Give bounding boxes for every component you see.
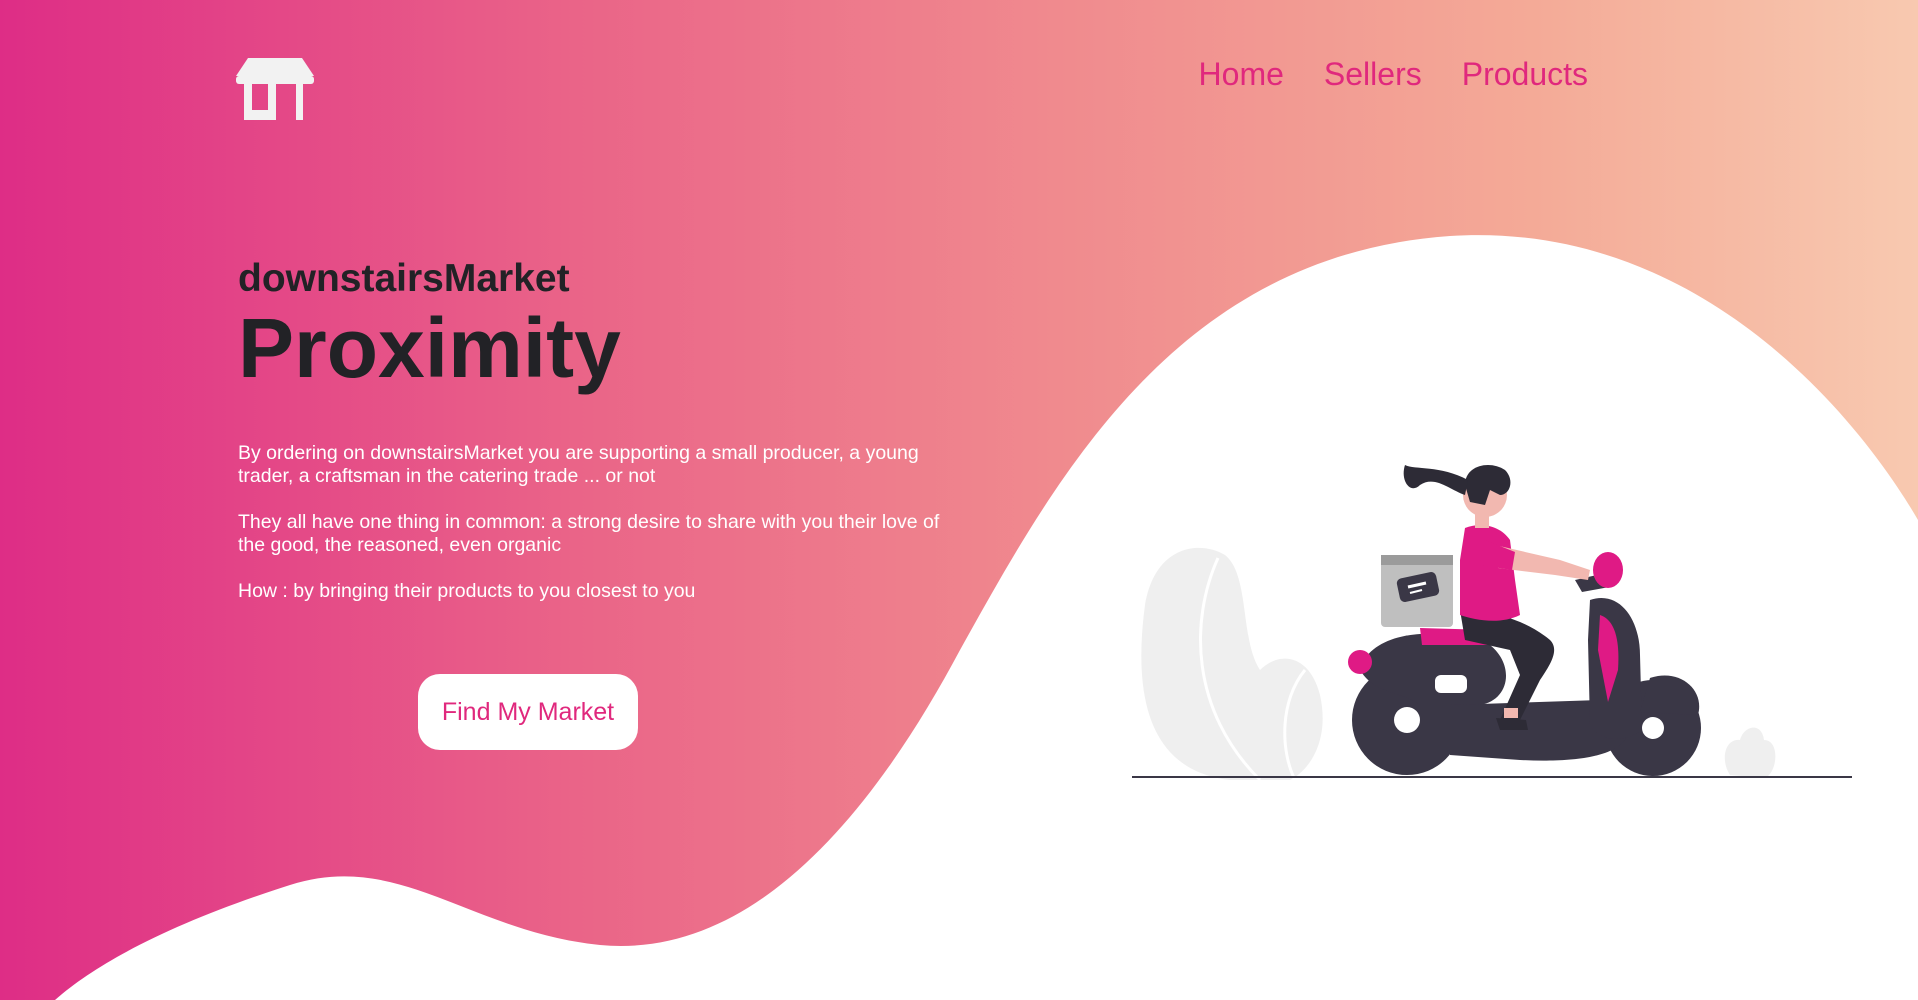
- nav-sellers-link[interactable]: Sellers: [1324, 56, 1422, 93]
- brand-name: downstairsMarket: [238, 257, 570, 300]
- scooter-delivery-illustration: [1132, 465, 1852, 782]
- hero-description: By ordering on downstairsMarket you are …: [238, 442, 968, 603]
- hero-headline: Proximity: [238, 301, 621, 395]
- hero-paragraph-2: They all have one thing in common: a str…: [238, 511, 940, 556]
- storefront-icon[interactable]: [236, 58, 314, 120]
- landing-page: Home Sellers Products downstairsMarket P…: [0, 0, 1918, 1000]
- hero-section: downstairsMarket Proximity By ordering o…: [238, 256, 978, 626]
- hero-paragraph-3: How : by bringing their products to you …: [238, 580, 696, 602]
- main-nav: Home Sellers Products: [1199, 56, 1588, 93]
- nav-products-link[interactable]: Products: [1462, 56, 1588, 93]
- find-my-market-button[interactable]: Find My Market: [418, 674, 638, 750]
- hero-paragraph-1: By ordering on downstairsMarket you are …: [238, 442, 919, 487]
- nav-home-link[interactable]: Home: [1199, 56, 1284, 93]
